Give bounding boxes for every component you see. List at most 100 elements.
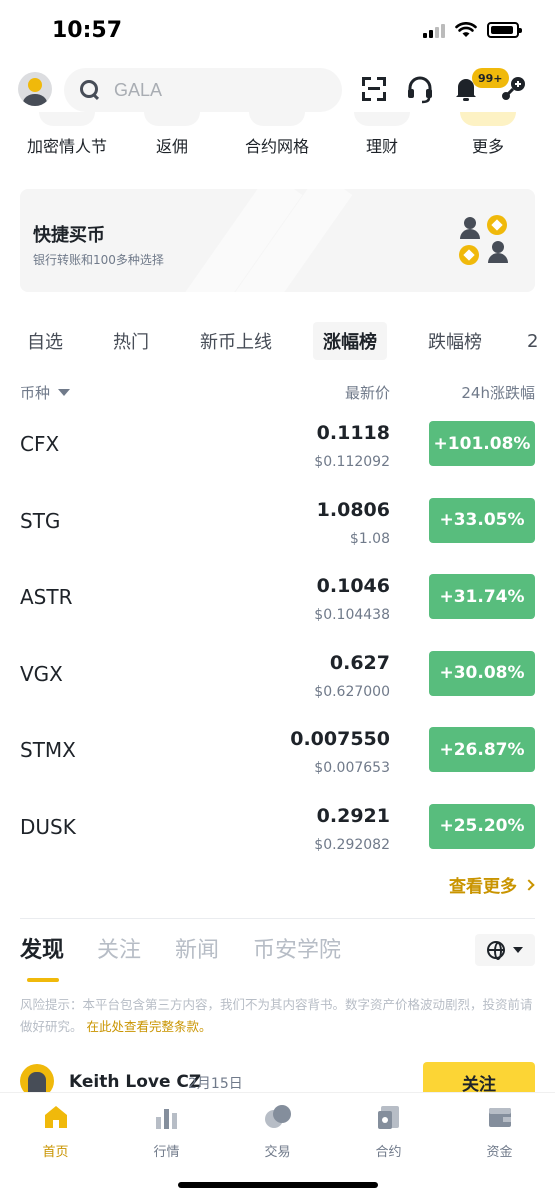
markets-icon xyxy=(155,1109,177,1129)
trade-icon xyxy=(264,1105,291,1128)
market-row[interactable]: ASTR 0.1046 $0.104438 +31.74% xyxy=(0,563,555,640)
shortcut-label: 理财 xyxy=(365,137,398,156)
tab-overflow[interactable]: 2 xyxy=(523,322,542,360)
share-link-icon[interactable] xyxy=(498,74,528,104)
tab-favorites[interactable]: 自选 xyxy=(17,322,73,360)
shortcut-icon xyxy=(460,112,516,126)
p2p-exchange-icon xyxy=(459,215,508,265)
shortcut-icon xyxy=(354,112,410,126)
nav-home[interactable]: 首页 xyxy=(0,1103,111,1160)
market-column-headers: 币种 最新价 24h涨跌幅 xyxy=(0,382,555,402)
caret-down-icon xyxy=(58,389,71,396)
market-tabs: 自选 热门 新币上线 涨幅榜 跌幅榜 2 xyxy=(0,322,555,360)
nav-wallet[interactable]: 资金 xyxy=(444,1103,555,1160)
nav-trade[interactable]: 交易 xyxy=(222,1103,333,1160)
coin-symbol: STMX xyxy=(20,738,76,762)
market-list: CFX 0.1118 $0.112092 +101.08% STG 1.0806… xyxy=(0,410,555,869)
coin-symbol: CFX xyxy=(20,432,60,456)
quick-buy-card[interactable]: 快捷买币 银行转账和100多种选择 xyxy=(20,189,535,292)
fiat-price: $0.112092 xyxy=(314,454,390,470)
shortcut-more[interactable]: 更多 xyxy=(433,112,543,172)
globe-icon xyxy=(487,941,505,960)
post-date: 2月15日 xyxy=(188,1076,243,1092)
tab-new-listings[interactable]: 新币上线 xyxy=(190,322,282,360)
see-more-link[interactable]: 查看更多 xyxy=(449,872,535,897)
profile-avatar[interactable] xyxy=(18,72,52,106)
home-indicator[interactable] xyxy=(178,1182,378,1188)
nav-label: 资金 xyxy=(486,1145,513,1160)
coin-symbol: DUSK xyxy=(20,814,76,839)
shortcut-label: 更多 xyxy=(471,137,504,156)
fiat-price: $0.104438 xyxy=(314,607,390,623)
tab-news[interactable]: 新闻 xyxy=(175,932,219,964)
coin-symbol: ASTR xyxy=(20,585,73,609)
column-change-label: 24h涨跌幅 xyxy=(461,384,535,402)
nav-label: 交易 xyxy=(264,1145,291,1160)
market-row[interactable]: STMX 0.007550 $0.007653 +26.87% xyxy=(0,716,555,793)
shortcut-futures-grid[interactable]: 合约网格 xyxy=(222,112,332,172)
change-badge[interactable]: +30.08% xyxy=(429,650,535,696)
tab-hot[interactable]: 热门 xyxy=(103,322,159,360)
last-price: 0.1046 xyxy=(316,575,390,597)
battery-icon xyxy=(487,22,522,38)
tab-academy[interactable]: 币安学院 xyxy=(253,932,341,964)
column-coin-sort[interactable]: 币种 xyxy=(20,382,71,403)
change-badge[interactable]: +31.74% xyxy=(429,574,535,619)
nav-label: 行情 xyxy=(153,1145,180,1160)
coin-symbol: STG xyxy=(20,508,61,533)
shortcut-crypto-valentine[interactable]: 加密情人节 xyxy=(12,112,122,172)
shortcut-icon xyxy=(249,112,305,126)
column-coin-label: 币种 xyxy=(20,384,51,402)
futures-icon xyxy=(377,1106,399,1129)
cellular-signal-icon xyxy=(423,22,445,38)
search-icon xyxy=(80,80,100,100)
search-placeholder: GALA xyxy=(114,79,163,100)
status-time: 10:57 xyxy=(52,18,123,43)
nav-label: 合约 xyxy=(375,1145,402,1160)
headset-icon[interactable] xyxy=(405,74,435,104)
section-divider xyxy=(20,918,535,919)
nav-futures[interactable]: 合约 xyxy=(333,1103,444,1160)
fiat-price: $0.627000 xyxy=(314,683,390,700)
author-name[interactable]: Keith Love CZ xyxy=(69,1072,201,1092)
market-row[interactable]: STG 1.0806 $1.08 +33.05% xyxy=(0,487,555,564)
shortcut-row: 加密情人节 返佣 合约网格 理财 更多 xyxy=(0,112,555,172)
last-price: 0.007550 xyxy=(290,728,390,750)
market-row[interactable]: VGX 0.627 $0.627000 +30.08% xyxy=(0,640,555,717)
scan-icon[interactable] xyxy=(359,74,389,104)
tab-following[interactable]: 关注 xyxy=(97,932,141,964)
change-badge[interactable]: +26.87% xyxy=(429,727,535,772)
nav-markets[interactable]: 行情 xyxy=(111,1103,222,1160)
fiat-price: $0.292082 xyxy=(314,836,390,853)
wifi-icon xyxy=(455,22,477,37)
coin-symbol: VGX xyxy=(20,661,63,686)
tab-losers[interactable]: 跌幅榜 xyxy=(418,322,492,360)
last-price: 0.2921 xyxy=(316,804,390,827)
language-selector[interactable] xyxy=(475,934,535,966)
market-row[interactable]: CFX 0.1118 $0.112092 +101.08% xyxy=(0,410,555,487)
tab-gainers[interactable]: 涨幅榜 xyxy=(313,322,387,360)
feed-tabs: 发现 关注 新闻 币安学院 xyxy=(0,932,555,984)
full-terms-link[interactable]: 在此处查看完整条款。 xyxy=(87,1019,212,1034)
quick-buy-title: 快捷买币 xyxy=(33,225,105,246)
change-badge[interactable]: +25.20% xyxy=(429,803,535,849)
column-price-label: 最新价 xyxy=(344,384,390,402)
fiat-price: $0.007653 xyxy=(314,760,390,776)
shortcut-label: 返佣 xyxy=(155,137,188,156)
change-badge[interactable]: +101.08% xyxy=(429,421,535,466)
market-row[interactable]: DUSK 0.2921 $0.292082 +25.20% xyxy=(0,793,555,870)
quick-buy-subtitle: 银行转账和100多种选择 xyxy=(33,253,164,267)
change-badge[interactable]: +33.05% xyxy=(429,497,535,543)
shortcut-label: 加密情人节 xyxy=(26,137,107,156)
wallet-icon xyxy=(488,1108,511,1127)
caret-down-icon xyxy=(513,947,523,953)
search-input[interactable]: GALA xyxy=(64,68,342,112)
active-tab-indicator xyxy=(27,978,59,982)
shortcut-earn[interactable]: 理财 xyxy=(327,112,437,172)
status-icons xyxy=(423,22,522,38)
status-bar: 10:57 xyxy=(0,0,555,62)
tab-discover[interactable]: 发现 xyxy=(20,932,64,964)
risk-notice: 风险提示：本平台包含第三方内容，我们不为其内容背书。数字资产价格波动剧烈，投资前… xyxy=(20,994,535,1038)
shortcut-rebate[interactable]: 返佣 xyxy=(117,112,227,172)
last-price: 1.0806 xyxy=(316,498,390,521)
